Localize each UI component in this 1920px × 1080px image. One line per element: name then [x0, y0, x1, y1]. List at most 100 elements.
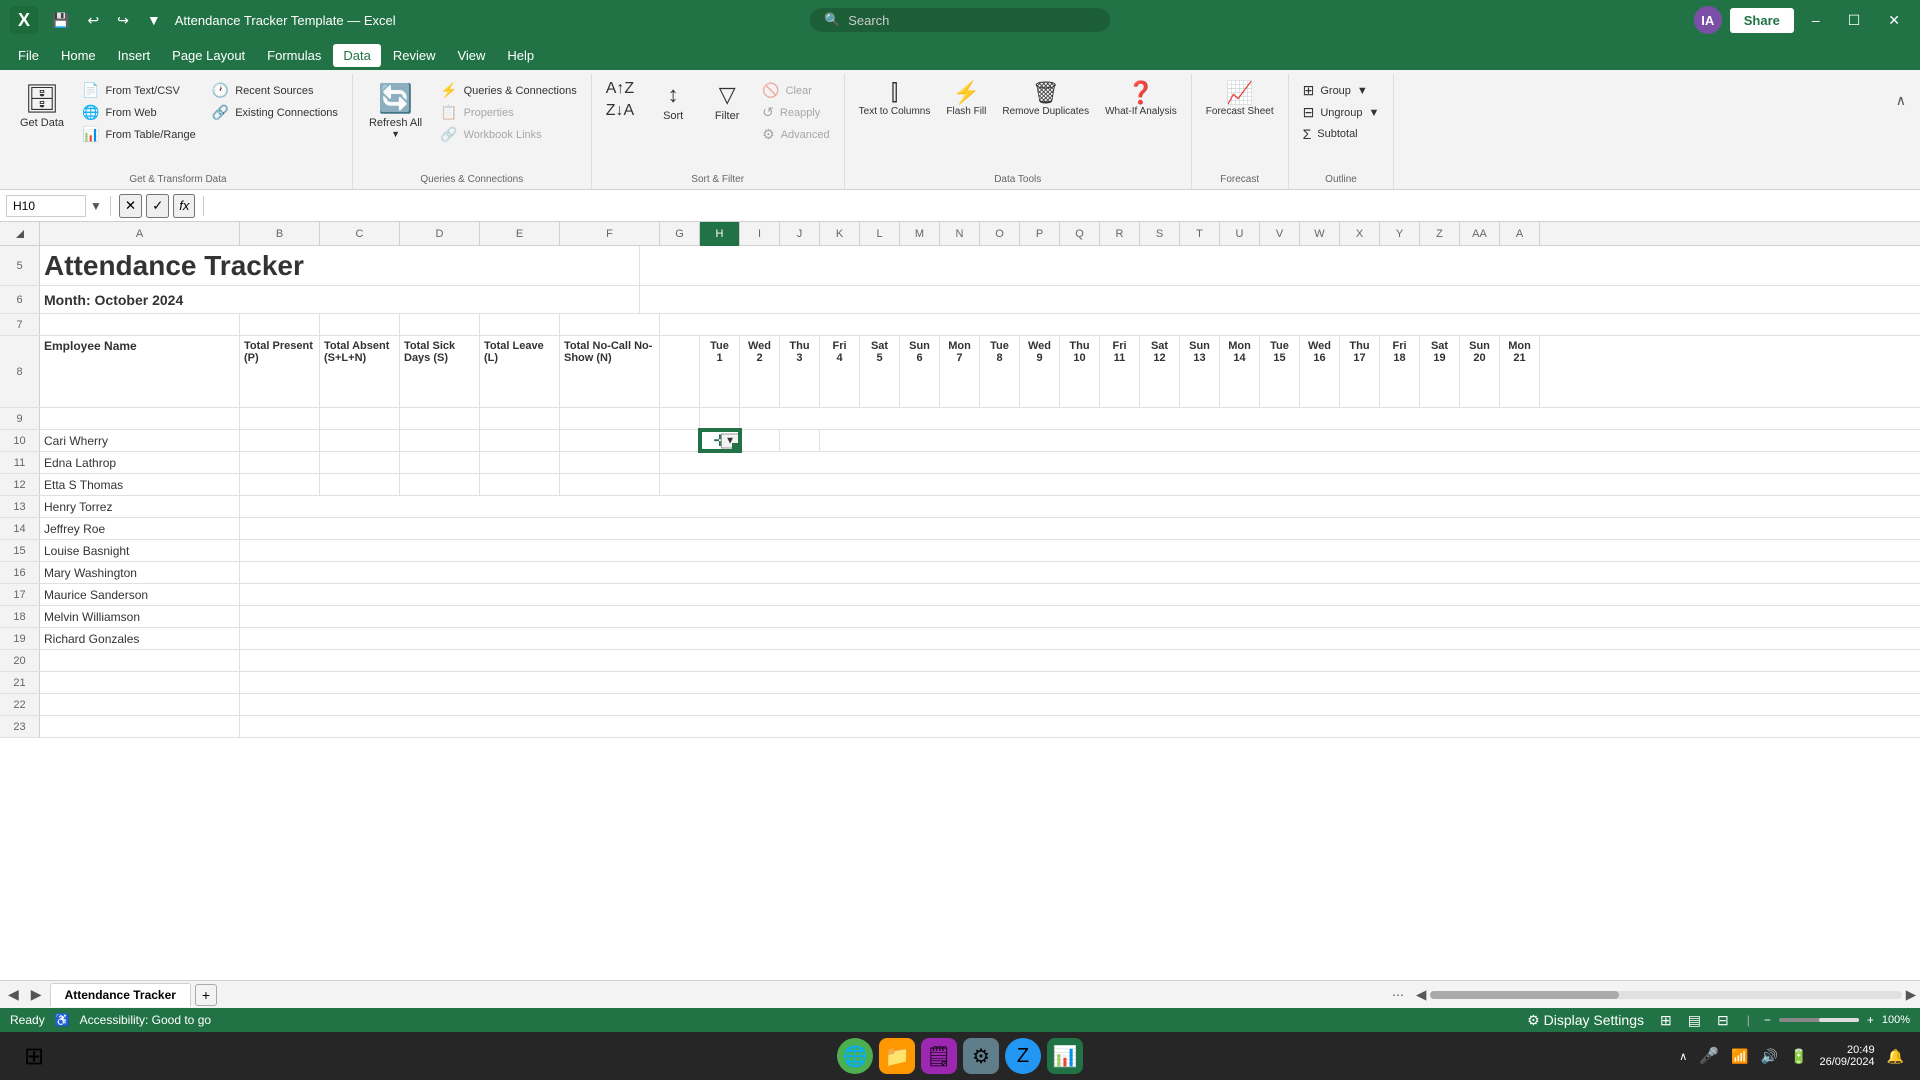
display-settings-button[interactable]: ⚙ Display Settings	[1523, 1010, 1648, 1031]
cell-B8-header[interactable]: Total Present (P)	[240, 336, 320, 407]
cell-E9[interactable]	[480, 408, 560, 429]
cell-A7[interactable]	[40, 314, 240, 335]
row-num-10[interactable]: 10	[0, 430, 40, 451]
day-header-5[interactable]: Sat5	[860, 336, 900, 407]
menu-view[interactable]: View	[447, 44, 495, 67]
cell-A13[interactable]: Henry Torrez	[40, 496, 240, 517]
day-header-1[interactable]: Tue1	[700, 336, 740, 407]
workbook-links-button[interactable]: 🔗 Workbook Links	[434, 124, 583, 145]
col-header-W[interactable]: W	[1300, 222, 1340, 246]
insert-function-button[interactable]: fx	[173, 194, 195, 218]
col-header-Z[interactable]: Z	[1420, 222, 1460, 246]
col-header-M[interactable]: M	[900, 222, 940, 246]
page-layout-view-button[interactable]: ▤	[1684, 1010, 1705, 1031]
cell-J10[interactable]	[780, 430, 820, 451]
clear-button[interactable]: 🚫 Clear	[756, 80, 836, 101]
row-num-6[interactable]: 6	[0, 286, 40, 313]
cell-A8-header[interactable]: Employee Name	[40, 336, 240, 407]
zoom-in-icon[interactable]: +	[1867, 1013, 1874, 1027]
taskbar-excel[interactable]: 📊	[1047, 1038, 1083, 1074]
cell-G10[interactable]	[660, 430, 700, 451]
redo-button[interactable]: ↪	[113, 10, 133, 31]
col-header-N[interactable]: N	[940, 222, 980, 246]
zoom-slider[interactable]	[1779, 1018, 1859, 1022]
remove-duplicates-button[interactable]: 🗑 Remove Duplicates	[996, 78, 1095, 121]
col-header-Q[interactable]: Q	[1060, 222, 1100, 246]
get-data-button[interactable]: 🗄 Get Data	[12, 78, 72, 133]
add-sheet-button[interactable]: +	[195, 984, 217, 1006]
col-header-A[interactable]: A	[40, 222, 240, 246]
cell-E8-header[interactable]: Total Leave (L)	[480, 336, 560, 407]
cell-A17[interactable]: Maurice Sanderson	[40, 584, 240, 605]
page-break-view-button[interactable]: ⊟	[1713, 1010, 1733, 1031]
confirm-formula-button[interactable]: ✓	[146, 194, 169, 218]
menu-formulas[interactable]: Formulas	[257, 44, 331, 67]
day-header-2[interactable]: Wed2	[740, 336, 780, 407]
taskbar-chrome[interactable]: 🌐	[837, 1038, 873, 1074]
col-header-P[interactable]: P	[1020, 222, 1060, 246]
cell-reference-box[interactable]: H10	[6, 195, 86, 217]
cell-D12[interactable]	[400, 474, 480, 495]
hscroll-left-button[interactable]: ◀	[1416, 987, 1426, 1003]
menu-insert[interactable]: Insert	[108, 44, 161, 67]
cell-F10[interactable]	[560, 430, 660, 451]
cell-C10[interactable]	[320, 430, 400, 451]
row-num-5[interactable]: 5	[0, 246, 40, 285]
cell-D11[interactable]	[400, 452, 480, 473]
undo-button[interactable]: ↩	[83, 10, 103, 31]
cell-F9[interactable]	[560, 408, 660, 429]
cell-A22[interactable]	[40, 694, 240, 715]
cell-D7[interactable]	[400, 314, 480, 335]
minimize-button[interactable]: –	[1802, 8, 1830, 32]
cell-D10[interactable]	[400, 430, 480, 451]
row-num-18[interactable]: 18	[0, 606, 40, 627]
menu-file[interactable]: File	[8, 44, 49, 67]
day-header-20[interactable]: Sun20	[1460, 336, 1500, 407]
taskbar-app1[interactable]: 🗒	[921, 1038, 957, 1074]
col-header-Y[interactable]: Y	[1380, 222, 1420, 246]
windows-start-button[interactable]: ⊞	[16, 1038, 52, 1074]
day-header-11[interactable]: Fri11	[1100, 336, 1140, 407]
col-header-AA[interactable]: AA	[1460, 222, 1500, 246]
day-header-7[interactable]: Mon7	[940, 336, 980, 407]
hscroll-right-button[interactable]: ▶	[1906, 987, 1916, 1003]
taskbar-files[interactable]: 📁	[879, 1038, 915, 1074]
cell-E7[interactable]	[480, 314, 560, 335]
cell-E11[interactable]	[480, 452, 560, 473]
flash-fill-button[interactable]: ⚡ Flash Fill	[940, 78, 992, 121]
save-button[interactable]: 💾	[48, 10, 73, 31]
day-header-18[interactable]: Fri18	[1380, 336, 1420, 407]
scroll-sheets-left[interactable]: ◀	[4, 984, 23, 1005]
sort-desc-button[interactable]: Z↓A	[600, 100, 640, 122]
cell-D9[interactable]	[400, 408, 480, 429]
menu-help[interactable]: Help	[497, 44, 544, 67]
row-num-11[interactable]: 11	[0, 452, 40, 473]
row-num-21[interactable]: 21	[0, 672, 40, 693]
cell-C7[interactable]	[320, 314, 400, 335]
row-num-14[interactable]: 14	[0, 518, 40, 539]
row-num-16[interactable]: 16	[0, 562, 40, 583]
col-header-B[interactable]: B	[240, 222, 320, 246]
cell-A10[interactable]: Cari Wherry	[40, 430, 240, 451]
cell-B10[interactable]	[240, 430, 320, 451]
day-header-15[interactable]: Tue15	[1260, 336, 1300, 407]
cell-A12[interactable]: Etta S Thomas	[40, 474, 240, 495]
cell-G9[interactable]	[660, 408, 700, 429]
day-header-4[interactable]: Fri4	[820, 336, 860, 407]
col-header-G[interactable]: G	[660, 222, 700, 246]
day-header-13[interactable]: Sun13	[1180, 336, 1220, 407]
subtotal-button[interactable]: Σ Subtotal	[1297, 124, 1386, 144]
sheet-tab-attendance[interactable]: Attendance Tracker	[50, 983, 191, 1007]
cell-A6[interactable]: Month: October 2024	[40, 286, 640, 313]
restore-button[interactable]: ☐	[1838, 8, 1871, 33]
menu-data[interactable]: Data	[333, 44, 380, 67]
cell-C12[interactable]	[320, 474, 400, 495]
col-header-K[interactable]: K	[820, 222, 860, 246]
forecast-sheet-button[interactable]: 📈 Forecast Sheet	[1200, 78, 1280, 121]
user-avatar[interactable]: IA	[1694, 6, 1722, 34]
properties-button[interactable]: 📋 Properties	[434, 102, 583, 123]
col-header-O[interactable]: O	[980, 222, 1020, 246]
day-header-21[interactable]: Mon21	[1500, 336, 1540, 407]
cell-C11[interactable]	[320, 452, 400, 473]
cell-A14[interactable]: Jeffrey Roe	[40, 518, 240, 539]
